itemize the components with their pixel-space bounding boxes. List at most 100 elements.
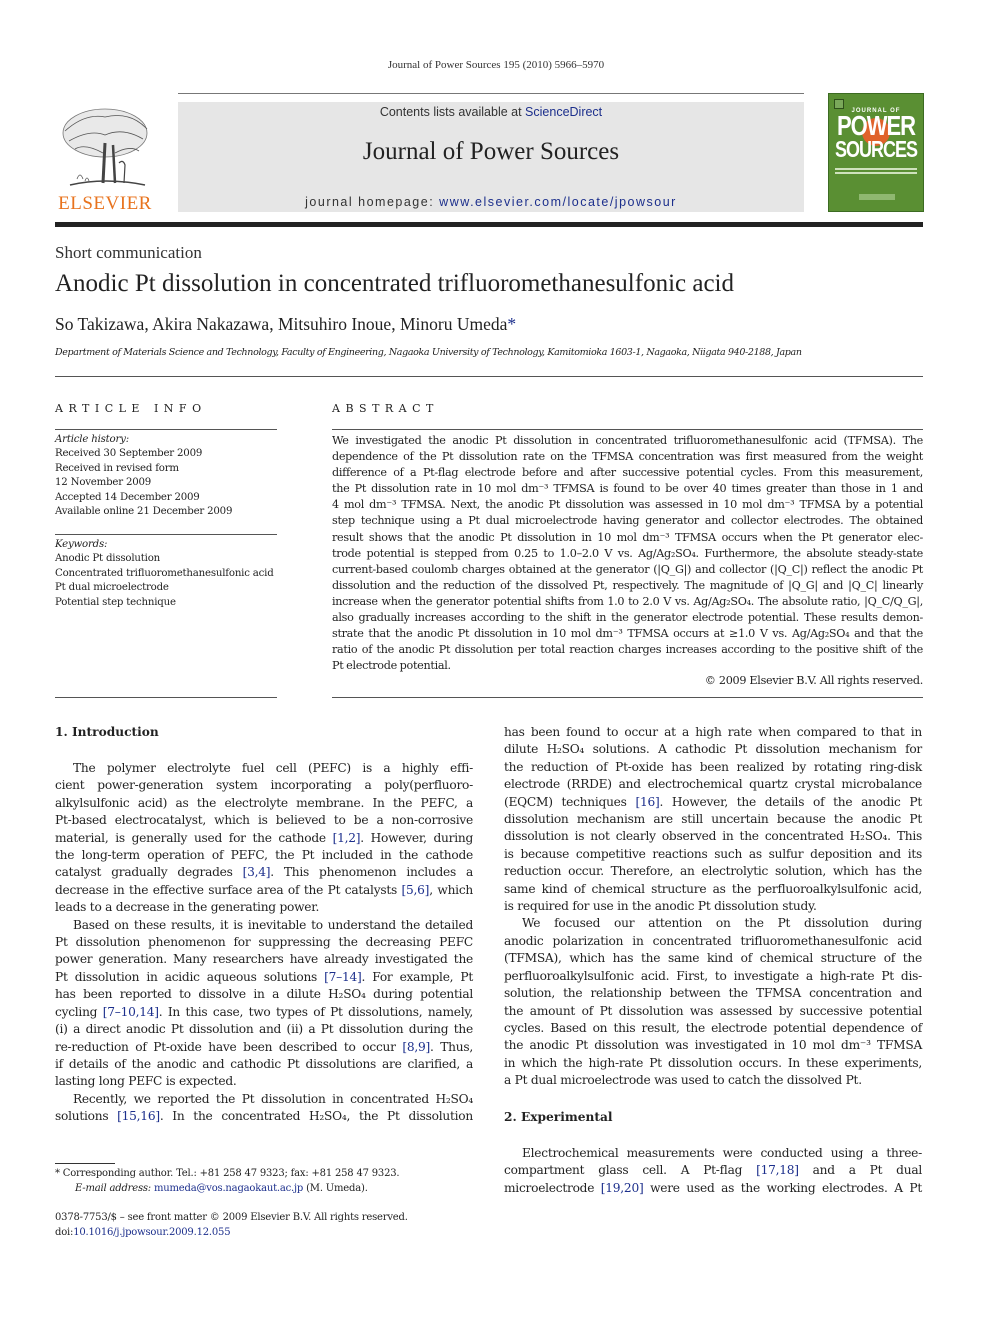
citation-link[interactable]: [15,16] xyxy=(117,1109,160,1123)
abstract-line: difference of a Pt-flag electrode before… xyxy=(332,466,923,480)
divider xyxy=(332,429,923,430)
text-line: leads to a decrease in the generating po… xyxy=(55,900,320,915)
cover-publisher-mark xyxy=(859,194,895,200)
article-history: Article history: Received 30 September 2… xyxy=(55,433,285,519)
abstract-line: trode potential is stepped from 0.25 to … xyxy=(332,546,923,560)
introduction-left-column: The polymer electrolyte fuel cell (PEFC)… xyxy=(55,760,473,1126)
text-line: re-reduction of Pt-oxide have been descr… xyxy=(55,1039,473,1054)
doi-line: doi:10.1016/j.jpowsour.2009.12.055 xyxy=(55,1226,408,1241)
elsevier-logo[interactable]: ELSEVIER xyxy=(55,103,155,215)
footnote-email-line: E-mail address: mumeda@vos.nagaokaut.ac.… xyxy=(55,1182,399,1197)
abstract-line: Pt electrode potential. xyxy=(332,659,451,673)
text-line: is because competitive reactions such as… xyxy=(504,846,922,861)
history-item: Available online 21 December 2009 xyxy=(55,506,233,518)
text-line: dissolution mechanism are still uncertai… xyxy=(504,812,922,827)
masthead-rule xyxy=(55,222,923,227)
citation-link[interactable]: [1,2] xyxy=(333,831,361,845)
citation-link[interactable]: [5,6] xyxy=(402,883,430,897)
text-line: solution, the relationship between the T… xyxy=(504,986,922,1001)
article-type: Short communication xyxy=(55,243,202,262)
text-line: reduction occur. Therefore, an electroly… xyxy=(504,864,922,879)
email-suffix: (M. Umeda). xyxy=(303,1182,368,1194)
divider xyxy=(55,376,923,377)
cover-sources: SOURCES xyxy=(834,136,918,162)
abstract-line: 4 mol dm⁻³ TFMSA. Next, the anodic Pt di… xyxy=(332,498,923,512)
article-info-heading: ARTICLE INFO xyxy=(55,402,207,415)
text-line: is required for use in the anodic Pt dis… xyxy=(504,899,817,914)
divider xyxy=(332,697,923,698)
keywords: Keywords: Anodic Pt dissolution Concentr… xyxy=(55,538,285,610)
citation-link[interactable]: [17,18] xyxy=(756,1163,799,1177)
email-link[interactable]: mumeda@vos.nagaokaut.ac.jp xyxy=(154,1183,303,1194)
author-list: So Takizawa, Akira Nakazawa, Mitsuhiro I… xyxy=(55,314,516,335)
front-matter: 0378-7753/$ – see front matter © 2009 El… xyxy=(55,1211,408,1240)
citation-link[interactable]: [3,4] xyxy=(243,865,271,879)
abstract-line: current-based coulomb charges obtained a… xyxy=(332,562,923,576)
footnote-rule xyxy=(55,1163,115,1164)
homepage-prefix: journal homepage: xyxy=(305,195,440,209)
footnote-contact: * Corresponding author. Tel.: +81 258 47… xyxy=(55,1168,400,1179)
text-line: has been reported to dissolve in a dilut… xyxy=(55,987,473,1002)
abstract-line: ratio of the anodic Pt dissolution per t… xyxy=(332,643,923,657)
text-line: Electrochemical measurements were conduc… xyxy=(522,1146,922,1160)
section-heading-experimental: 2. Experimental xyxy=(504,1110,613,1124)
journal-name: Journal of Power Sources xyxy=(362,138,620,165)
keyword: Concentrated trifluoromethanesulfonic ac… xyxy=(55,567,274,579)
doi-link[interactable]: 10.1016/j.jpowsour.2009.12.055 xyxy=(73,1227,230,1238)
journal-cover-image[interactable]: JOURNAL OF POWER SOURCES xyxy=(828,93,924,212)
history-item: 12 November 2009 xyxy=(55,477,152,489)
text-line: compartment glass cell. A Pt-flag [17,18… xyxy=(504,1163,922,1178)
text-line: dilute H₂SO₄ solutions. A cathodic Pt di… xyxy=(504,742,922,757)
email-label: E-mail address: xyxy=(75,1182,154,1194)
text-line: (i) a direct anodic Pt dissolution and (… xyxy=(55,1022,473,1037)
text-line: decrease in the effective surface area o… xyxy=(55,882,473,897)
cover-subtitle xyxy=(835,168,917,174)
experimental-column: Electrochemical measurements were conduc… xyxy=(504,1145,922,1197)
text-line: The polymer electrolyte fuel cell (PEFC)… xyxy=(73,761,473,775)
divider xyxy=(55,429,277,430)
citation-link[interactable]: [7–14] xyxy=(324,970,362,984)
text-line: microelectrode [19,20] were used as the … xyxy=(504,1180,922,1195)
abstract-line: dependence of the Pt dissolution rate on… xyxy=(332,450,923,464)
text-line: cient power-generation system incorporat… xyxy=(55,778,473,793)
text-line: Based on these results, it is inevitable… xyxy=(73,917,473,932)
running-head: Journal of Power Sources 195 (2010) 5966… xyxy=(387,59,605,71)
text-line: catalyst gradually degrades [3,4]. This … xyxy=(55,865,474,880)
history-label: Article history: xyxy=(55,434,129,445)
abstract-line: We investigated the anodic Pt dissolutio… xyxy=(332,434,923,447)
citation-link[interactable]: [8,9] xyxy=(402,1040,430,1054)
text-line: cycles. Based on this result, the electr… xyxy=(504,1020,922,1035)
text-line: (TFMSA), which has the same kind of chem… xyxy=(504,951,922,966)
keyword: Potential step technique xyxy=(55,596,176,608)
text-line: Recently, we reported the Pt dissolution… xyxy=(73,1091,473,1106)
abstract-line: the Pt dissolution rate in 10 mol dm⁻³ T… xyxy=(332,482,923,496)
history-item: Received 30 September 2009 xyxy=(55,448,203,460)
sciencedirect-link[interactable]: ScienceDirect xyxy=(525,105,602,119)
abstract-body: We investigated the anodic Pt dissolutio… xyxy=(332,433,923,674)
text-line: electrode (RRDE) and electrochemical qua… xyxy=(504,777,922,792)
corresponding-author-link[interactable]: * xyxy=(507,314,516,334)
citation-link[interactable]: [7–10,14] xyxy=(103,1005,159,1019)
text-line: lasting long PEFC is expected. xyxy=(55,1074,237,1089)
text-line: dissolution is not clearly observed in t… xyxy=(504,829,922,844)
contents-prefix: Contents lists available at xyxy=(379,105,526,119)
text-line: power generation. Many researchers have … xyxy=(55,952,473,967)
text-line: a Pt dual microelectrode was used to cat… xyxy=(504,1073,862,1088)
text-line: same kind of chemical structure as the p… xyxy=(504,881,922,896)
history-item: Received in revised form xyxy=(55,462,179,474)
issn-line: 0378-7753/$ – see front matter © 2009 El… xyxy=(55,1212,408,1223)
journal-masthead: Contents lists available at ScienceDirec… xyxy=(178,102,804,212)
introduction-right-column: has been found to occur at a high rate w… xyxy=(504,724,922,1090)
header-rule xyxy=(178,93,804,94)
text-line: solutions [15,16]. In the concentrated H… xyxy=(55,1109,473,1124)
abstract-line: strate that the anodic Pt dissolution in… xyxy=(332,627,923,641)
abstract-line: result shows that the anodic Pt dissolut… xyxy=(332,530,923,544)
abstract-copyright: © 2009 Elsevier B.V. All rights reserved… xyxy=(704,674,924,687)
text-line: in which the high-rate Pt dissolution oc… xyxy=(504,1055,922,1070)
homepage-link[interactable]: www.elsevier.com/locate/jpowsour xyxy=(439,195,677,209)
affiliation: Department of Materials Science and Tech… xyxy=(55,347,802,358)
keywords-label: Keywords: xyxy=(55,539,108,550)
abstract-line: step technique using a Pt dual microelec… xyxy=(332,514,923,528)
citation-link[interactable]: [16] xyxy=(635,795,659,809)
citation-link[interactable]: [19,20] xyxy=(601,1181,644,1195)
